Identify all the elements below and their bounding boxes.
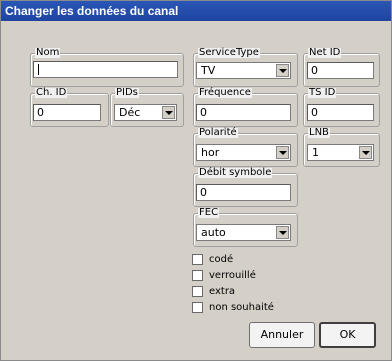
- nom-input[interactable]: [33, 61, 178, 78]
- label-fec: FEC: [198, 207, 220, 218]
- label-service-type: ServiceType: [198, 47, 260, 58]
- label-frequence: Fréquence: [198, 87, 252, 98]
- label-nom: Nom: [35, 47, 61, 58]
- polarite-value: hor: [201, 146, 220, 159]
- checkbox-box[interactable]: [192, 302, 203, 313]
- text-cursor: [38, 64, 39, 75]
- cancel-button[interactable]: Annuler: [249, 322, 315, 348]
- checkbox-box[interactable]: [192, 286, 203, 297]
- checkbox-label: extra: [209, 286, 236, 297]
- lnb-value: 1: [312, 146, 319, 159]
- checkbox-label: non souhaité: [209, 302, 274, 313]
- ok-button[interactable]: OK: [319, 322, 376, 348]
- ts-id-input[interactable]: 0: [307, 104, 374, 121]
- label-ch-id: Ch. ID: [35, 87, 68, 98]
- chevron-down-icon[interactable]: [276, 64, 289, 77]
- pids-value: Déc: [119, 106, 141, 119]
- checkbox-box[interactable]: [192, 254, 203, 265]
- dialog-title: Changer les données du canal: [1, 1, 391, 21]
- label-ts-id: TS ID: [308, 87, 337, 98]
- chevron-down-icon[interactable]: [276, 146, 289, 159]
- chevron-down-icon[interactable]: [359, 146, 372, 159]
- fec-select[interactable]: auto: [196, 224, 291, 241]
- service-type-select[interactable]: TV: [196, 62, 291, 79]
- label-polarite: Polarité: [198, 127, 238, 138]
- net-id-input[interactable]: 0: [307, 62, 374, 79]
- label-net-id: Net ID: [308, 47, 342, 58]
- polarite-select[interactable]: hor: [196, 144, 291, 161]
- service-type-value: TV: [201, 64, 216, 77]
- ch-id-input[interactable]: 0: [33, 104, 101, 121]
- checkbox-label: codé: [209, 254, 234, 265]
- label-pids: PIDs: [115, 87, 139, 98]
- pids-select[interactable]: Déc: [114, 104, 177, 121]
- label-lnb: LNB: [308, 127, 330, 138]
- debit-symbole-input[interactable]: 0: [196, 184, 291, 201]
- label-debit-symbole: Débit symbole: [198, 167, 273, 178]
- lnb-select[interactable]: 1: [307, 144, 374, 161]
- checkbox-box[interactable]: [192, 270, 203, 281]
- chevron-down-icon[interactable]: [276, 226, 289, 239]
- frequence-input[interactable]: 0: [196, 104, 291, 121]
- checkbox-label: verrouillé: [209, 270, 256, 281]
- chevron-down-icon[interactable]: [162, 106, 175, 119]
- fec-value: auto: [201, 226, 226, 239]
